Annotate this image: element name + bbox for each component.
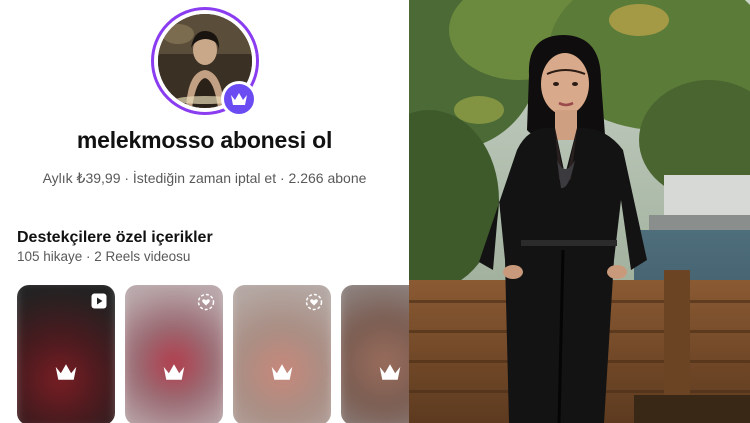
- subscription-info: Aylık ₺39,99 · İstediğin zaman iptal et …: [42, 170, 367, 186]
- story-heart-icon: [197, 293, 215, 311]
- content-card-story[interactable]: [125, 285, 223, 423]
- story-heart-icon: [305, 293, 323, 311]
- crown-icon: [231, 93, 247, 105]
- reels-play-icon: [91, 293, 107, 309]
- page-title: melekmosso abonesi ol: [76, 127, 333, 153]
- crown-icon: [379, 364, 401, 380]
- content-card-reel[interactable]: [17, 285, 115, 423]
- exclusive-content-summary: 105 hikaye · 2 Reels videosu: [17, 249, 191, 264]
- exclusive-content-list: [17, 285, 409, 423]
- portrait-photo: [409, 0, 750, 423]
- portrait-illustration: [409, 0, 750, 423]
- content-card-story[interactable]: [233, 285, 331, 423]
- crown-icon: [163, 364, 185, 380]
- content-card-story[interactable]: [341, 285, 409, 423]
- subscription-panel: melekmosso abonesi ol Aylık ₺39,99 · İst…: [0, 0, 409, 423]
- profile-avatar-group[interactable]: [151, 7, 259, 117]
- blurred-preview: [341, 285, 409, 423]
- exclusive-content-heading: Destekçilere özel içerikler: [17, 229, 213, 246]
- crown-icon: [271, 364, 293, 380]
- crown-icon: [55, 364, 77, 380]
- subscriber-badge: [221, 81, 257, 117]
